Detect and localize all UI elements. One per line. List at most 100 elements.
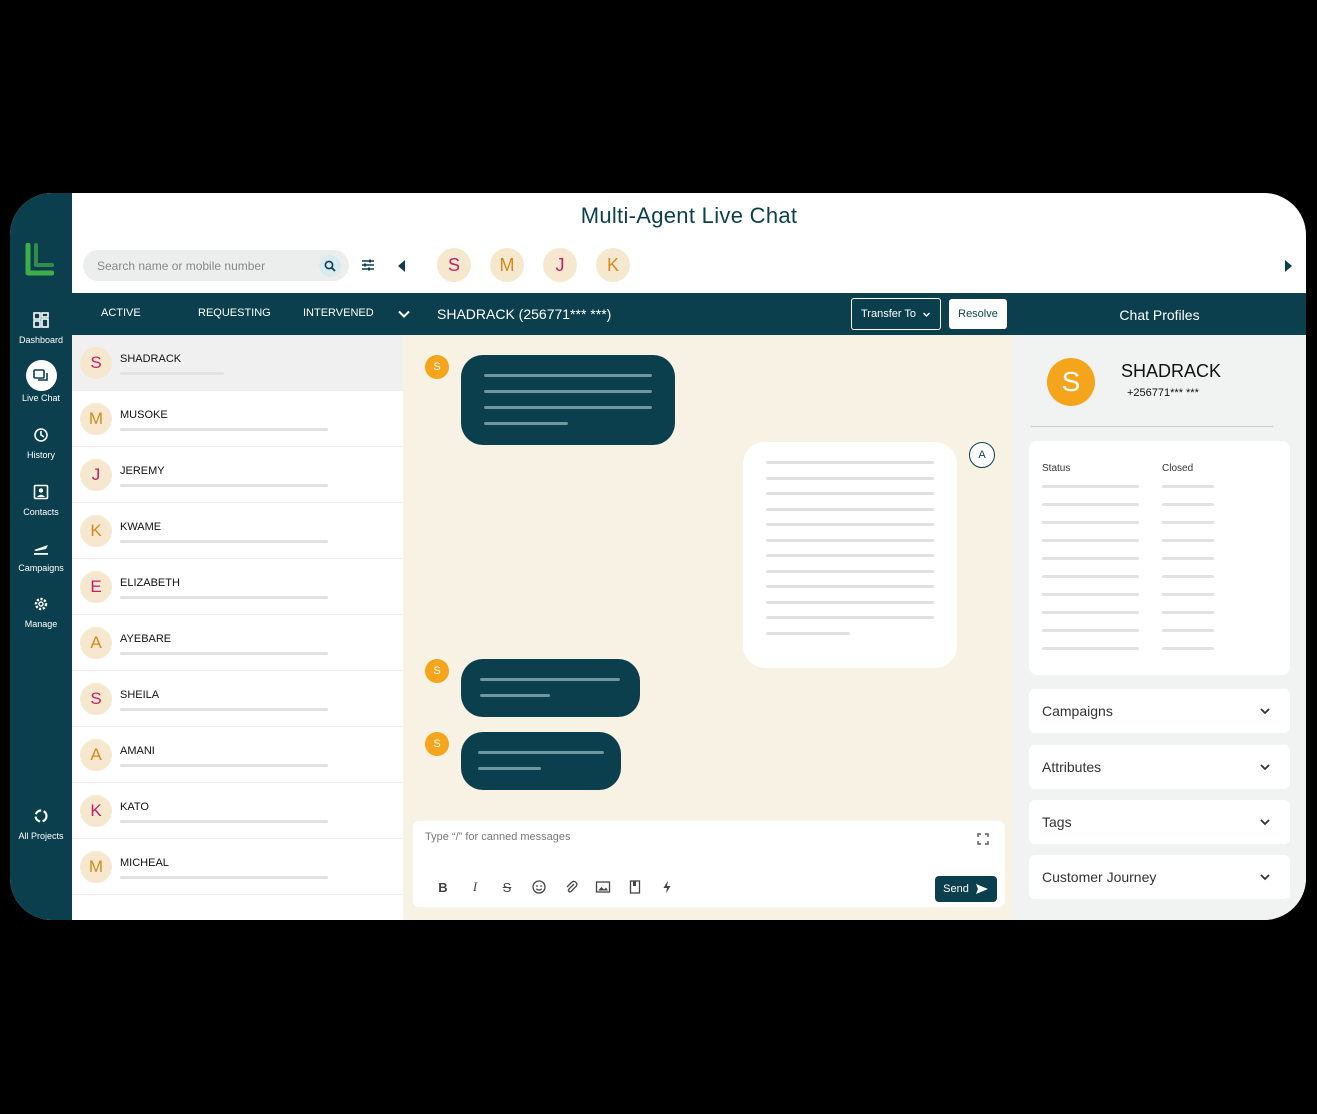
chat-panel: S A S S Type “/” for canned messages B I… (403, 335, 1013, 920)
nav-active-indicator (25, 360, 57, 391)
nav-label-campaigns: Campaigns (18, 563, 64, 573)
section-campaigns[interactable]: Campaigns (1029, 689, 1290, 733)
profile-avatar: S (1047, 358, 1095, 406)
chevron-down-icon (1260, 819, 1270, 826)
scroll-right-arrow-icon[interactable] (1285, 260, 1292, 272)
contact-item-elizabeth[interactable]: E ELIZABETH (72, 559, 403, 615)
nav-label-all-projects: All Projects (18, 831, 64, 841)
section-attributes[interactable]: Attributes (1029, 745, 1290, 789)
tab-intervened[interactable]: INTERVENED (303, 307, 374, 319)
contact-item-micheal[interactable]: M MICHEAL (72, 839, 403, 895)
nav-live-chat[interactable]: Live Chat (10, 360, 72, 403)
section-tags[interactable]: Tags (1029, 800, 1290, 844)
chevron-down-icon (923, 312, 931, 317)
strikethrough-icon[interactable]: S (499, 879, 515, 895)
nav-manage[interactable]: Manage (10, 595, 72, 629)
avatar: K (80, 795, 112, 827)
resolve-button[interactable]: Resolve (949, 299, 1007, 329)
send-label: Send (943, 883, 969, 895)
contact-item-ayebare[interactable]: A AYEBARE (72, 615, 403, 671)
chat-profile-panel: S SHADRACK +256771*** *** Status Closed … (1013, 335, 1306, 920)
attachment-icon[interactable] (563, 879, 579, 895)
composer-input[interactable]: Type “/” for canned messages (425, 831, 571, 843)
profile-name: SHADRACK (1121, 361, 1222, 381)
contact-item-musoke[interactable]: M MUSOKE (72, 391, 403, 447)
image-icon[interactable] (595, 879, 611, 895)
agent-avatar: A (969, 442, 995, 468)
emoji-icon[interactable] (531, 879, 547, 895)
contact-item-shadrack[interactable]: S SHADRACK (72, 335, 403, 391)
nav-all-projects[interactable]: All Projects (10, 807, 72, 841)
send-icon (975, 884, 988, 894)
customer-avatar: S (425, 659, 449, 683)
status-card: Status Closed (1029, 441, 1290, 675)
contact-item-jeremy[interactable]: J JEREMY (72, 447, 403, 503)
chevron-down-icon[interactable] (397, 307, 411, 321)
logo-icon (25, 243, 54, 276)
template-icon[interactable] (627, 879, 643, 895)
customer-avatar: S (425, 732, 449, 756)
avatar: S (80, 683, 112, 715)
nav-label-live-chat: Live Chat (21, 393, 61, 403)
nav-dashboard[interactable]: Dashboard (10, 311, 72, 345)
nav-contacts[interactable]: Contacts (10, 483, 72, 517)
nav-label-history: History (26, 450, 55, 460)
contact-item-amani[interactable]: A AMANI (72, 727, 403, 783)
preview-placeholder (120, 428, 328, 431)
preview-placeholder (120, 540, 328, 543)
agent-avatar[interactable]: J (543, 248, 577, 282)
page-title: Multi-Agent Live Chat (580, 203, 798, 228)
search-input[interactable] (83, 250, 349, 281)
section-title: Tags (1042, 814, 1072, 830)
chat-icon (33, 368, 48, 381)
search-icon (324, 260, 336, 272)
send-button[interactable]: Send (935, 876, 997, 902)
preview-placeholder (120, 876, 328, 879)
chevron-down-icon (1260, 764, 1270, 771)
preview-placeholder (120, 820, 328, 823)
contact-name: ELIZABETH (120, 577, 180, 589)
contact-name: JEREMY (120, 465, 165, 477)
nav-label-dashboard: Dashboard (18, 335, 64, 345)
lightning-icon[interactable] (659, 879, 675, 895)
contact-item-sheila[interactable]: S SHEILA (72, 671, 403, 727)
nav-history[interactable]: History (10, 426, 72, 460)
contact-item-kwame[interactable]: K KWAME (72, 503, 403, 559)
contact-name: AMANI (120, 745, 155, 757)
section-customer-journey[interactable]: Customer Journey (1029, 855, 1290, 899)
transfer-to-button[interactable]: Transfer To (851, 298, 941, 330)
scroll-left-arrow-icon[interactable] (398, 260, 405, 272)
avatar: S (80, 347, 112, 379)
agent-avatar[interactable]: M (490, 248, 524, 282)
preview-placeholder (120, 596, 328, 599)
nav-campaigns[interactable]: Campaigns (10, 539, 72, 573)
avatar: M (80, 403, 112, 435)
side-nav: Dashboard Live Chat History Contacts Cam… (10, 193, 72, 920)
message-composer[interactable]: Type “/” for canned messages B I S Send (413, 821, 1005, 907)
avatar: J (80, 459, 112, 491)
preview-placeholder (120, 372, 224, 375)
expand-icon[interactable] (977, 833, 989, 845)
chat-profiles-title: Chat Profiles (1119, 307, 1200, 323)
campaigns-icon (34, 545, 48, 555)
bold-icon[interactable]: B (435, 879, 451, 895)
tab-requesting[interactable]: REQUESTING (198, 307, 271, 319)
chat-title: SHADRACK (256771*** ***) (437, 306, 612, 322)
contact-item-kato[interactable]: K KATO (72, 783, 403, 839)
app-window: Dashboard Live Chat History Contacts Cam… (10, 193, 1306, 920)
italic-icon[interactable]: I (467, 879, 483, 895)
agent-avatar[interactable]: K (596, 248, 630, 282)
section-title: Attributes (1042, 759, 1102, 775)
agent-avatar[interactable]: S (437, 248, 471, 282)
status-label: Status (1042, 463, 1071, 474)
avatar: K (80, 515, 112, 547)
tab-active[interactable]: ACTIVE (101, 307, 141, 319)
avatar: A (80, 739, 112, 771)
filter-icon[interactable] (360, 257, 376, 273)
main-area: Multi-Agent Live Chat S M J K ACTIVE REQ… (72, 193, 1306, 920)
search-button[interactable] (319, 255, 341, 277)
contact-list: S SHADRACK M MUSOKE J JEREMY K KWAME E E… (72, 335, 403, 920)
customer-avatar: S (425, 355, 449, 379)
profile-phone: +256771*** *** (1127, 387, 1199, 399)
contact-name: MUSOKE (120, 409, 168, 421)
